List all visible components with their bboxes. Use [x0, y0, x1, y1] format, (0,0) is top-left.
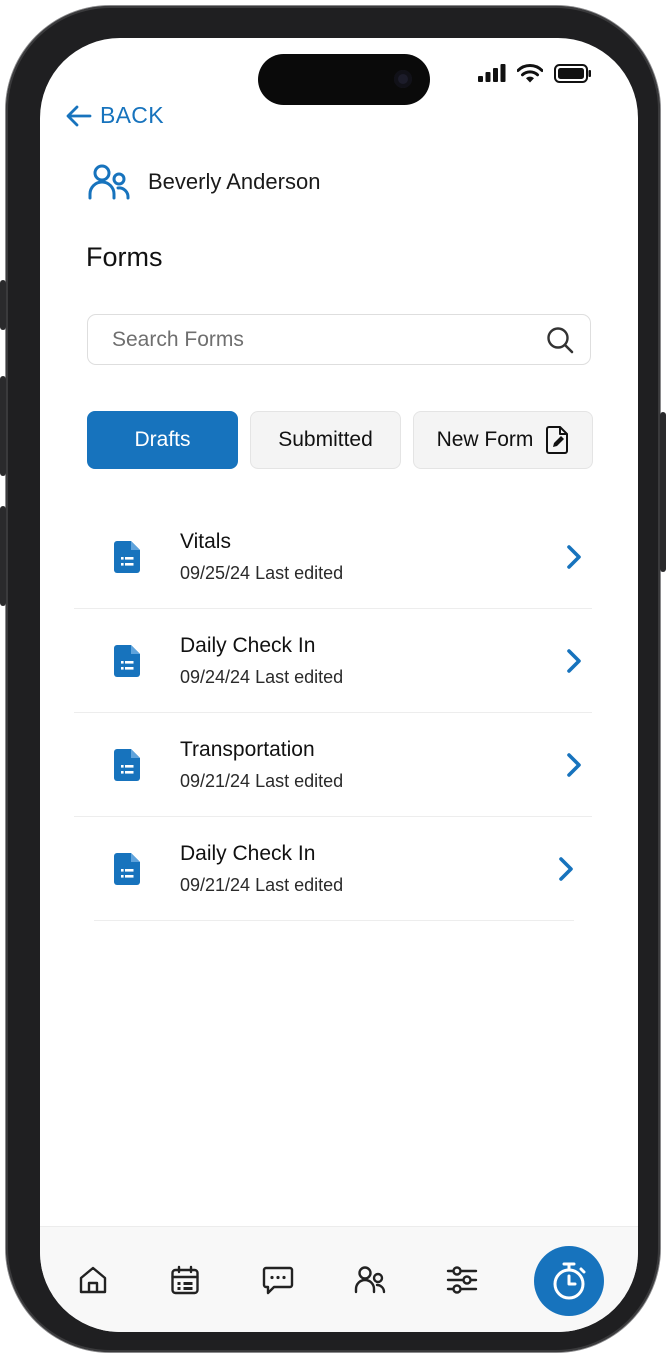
new-form-button[interactable]: New Form — [413, 411, 593, 469]
status-bar — [478, 62, 592, 84]
document-icon — [114, 540, 140, 573]
timer-button[interactable] — [534, 1246, 604, 1316]
messages-icon — [262, 1266, 294, 1295]
wifi-icon — [517, 63, 543, 82]
dynamic-island — [258, 54, 430, 105]
form-item-0[interactable]: Vitals 09/25/24 Last edited — [74, 505, 592, 609]
form-item-2[interactable]: Transportation 09/21/24 Last edited — [74, 713, 592, 817]
client-name: Beverly Anderson — [148, 169, 321, 194]
form-list: Vitals 09/25/24 Last edited Daily Check … — [74, 505, 592, 921]
volume-down-button — [0, 506, 6, 606]
search-bar — [87, 314, 591, 365]
client-header: Beverly Anderson — [88, 164, 320, 200]
screen: BACK Beverly Anderson Forms Drafts — [40, 38, 638, 1332]
home-icon — [79, 1266, 107, 1294]
form-name: Daily Check In — [180, 841, 316, 865]
nav-calendar[interactable] — [168, 1263, 202, 1297]
document-icon — [114, 748, 140, 781]
battery-icon — [554, 63, 591, 83]
search-icon[interactable] — [546, 326, 574, 354]
search-input[interactable] — [112, 327, 546, 352]
form-name: Vitals — [180, 529, 231, 553]
new-form-label: New Form — [436, 428, 534, 451]
clients-icon — [88, 164, 130, 200]
form-name: Transportation — [180, 737, 315, 761]
document-icon — [114, 852, 140, 885]
tab-submitted-label: Submitted — [278, 428, 373, 451]
back-label: BACK — [100, 102, 164, 128]
document-edit-icon — [546, 426, 569, 454]
page-title: Forms — [86, 242, 163, 272]
bottom-nav — [40, 1226, 638, 1332]
document-icon — [114, 644, 140, 677]
form-date: 09/21/24 Last edited — [180, 874, 344, 895]
calendar-icon — [171, 1265, 199, 1295]
chevron-right-icon — [559, 856, 573, 881]
form-tabs: Drafts Submitted New Form — [87, 411, 593, 469]
clients-icon — [354, 1266, 386, 1294]
settings-sliders-icon — [446, 1266, 478, 1294]
nav-home[interactable] — [76, 1263, 110, 1297]
chevron-right-icon — [567, 648, 581, 673]
chevron-right-icon — [567, 752, 581, 777]
form-item-3[interactable]: Daily Check In 09/21/24 Last edited — [94, 817, 574, 921]
form-item-1[interactable]: Daily Check In 09/24/24 Last edited — [74, 609, 592, 713]
form-date: 09/25/24 Last edited — [180, 562, 344, 583]
form-name: Daily Check In — [180, 633, 316, 657]
chevron-right-icon — [567, 544, 581, 569]
nav-messages[interactable] — [261, 1263, 295, 1297]
back-button[interactable]: BACK — [66, 102, 164, 129]
volume-up-button — [0, 376, 6, 476]
arrow-left-icon — [66, 105, 92, 126]
phone-frame: BACK Beverly Anderson Forms Drafts — [0, 6, 666, 1352]
power-button — [660, 412, 666, 572]
tab-drafts-label: Drafts — [134, 428, 191, 451]
action-button — [0, 280, 6, 330]
timer-icon — [553, 1262, 586, 1300]
signal-icon — [478, 64, 506, 82]
form-date: 09/24/24 Last edited — [180, 666, 344, 687]
tab-submitted[interactable]: Submitted — [250, 411, 401, 469]
nav-settings[interactable] — [445, 1263, 479, 1297]
form-date: 09/21/24 Last edited — [180, 770, 344, 791]
nav-clients[interactable] — [353, 1263, 387, 1297]
tab-drafts[interactable]: Drafts — [87, 411, 238, 469]
